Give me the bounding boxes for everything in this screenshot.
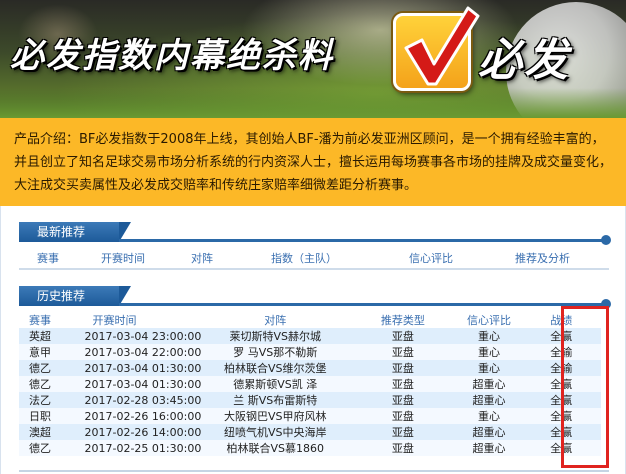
row-match: 柏林联合VS维尔茨堡: [201, 360, 350, 376]
history-header-row: 赛事 开赛时间 对阵 推荐类型 信心评比 战绩: [19, 312, 601, 328]
row-type: 亚盘: [349, 328, 457, 344]
col-index: 指数（主队）: [271, 252, 337, 265]
row-type: 亚盘: [349, 392, 457, 408]
tab-history[interactable]: 历史推荐: [19, 286, 131, 306]
row-type: 亚盘: [349, 344, 457, 360]
col-match: 对阵: [264, 314, 287, 327]
banner-title-bifa: 必发: [478, 35, 570, 86]
col-time: 开赛时间: [101, 252, 145, 265]
row-confidence: 重心: [456, 408, 522, 424]
check-mark-icon: [393, 6, 480, 91]
table-row[interactable]: 德乙 2017-03-04 01:30:00 德累斯顿VS凯 泽 亚盘 超重心 …: [19, 376, 601, 392]
row-time: 2017-03-04 01:30:00: [62, 360, 202, 376]
latest-column-headers: 赛事 开赛时间 对阵 指数（主队） 信心评比 推荐及分析: [19, 246, 609, 268]
header-divider: [119, 235, 611, 245]
table-row[interactable]: 德乙 2017-02-25 01:30:00 柏林联合VS慕1860 亚盘 超重…: [19, 440, 601, 456]
history-table: 赛事 开赛时间 对阵 推荐类型 信心评比 战绩 英超 2017-03-04 23…: [19, 312, 601, 456]
bottom-divider: [19, 470, 609, 472]
result-column-highlight: [561, 306, 609, 468]
row-league: 德乙: [19, 360, 63, 376]
table-row[interactable]: 德乙 2017-03-04 01:30:00 柏林联合VS维尔茨堡 亚盘 重心 …: [19, 360, 601, 376]
table-row[interactable]: 澳超 2017-02-26 14:00:00 纽喷气机VS中央海岸 亚盘 超重心…: [19, 424, 601, 440]
col-analysis: 推荐及分析: [515, 252, 570, 265]
row-time: 2017-03-04 01:30:00: [62, 376, 202, 392]
row-league: 德乙: [19, 376, 63, 392]
tab-latest[interactable]: 最新推荐: [19, 222, 131, 242]
row-type: 亚盘: [349, 360, 457, 376]
product-intro: 产品介绍：BF必发指数于2008年上线，其创始人BF-潘为前必发亚洲区顾问，是一…: [0, 118, 626, 206]
row-match: 大阪钢巴VS甲府风林: [201, 408, 350, 424]
row-time: 2017-02-28 03:45:00: [62, 392, 202, 408]
row-type: 亚盘: [349, 408, 457, 424]
row-confidence: 重心: [456, 328, 522, 344]
table-row[interactable]: 英超 2017-03-04 23:00:00 莱切斯特VS赫尔城 亚盘 重心 全…: [19, 328, 601, 344]
row-match: 柏林联合VS慕1860: [201, 440, 350, 456]
row-type: 亚盘: [349, 424, 457, 440]
col-confidence: 信心评比: [409, 252, 453, 265]
row-type: 亚盘: [349, 440, 457, 456]
col-type: 推荐类型: [380, 314, 425, 327]
col-league: 赛事: [37, 252, 59, 265]
row-confidence: 重心: [456, 344, 522, 360]
row-time: 2017-02-26 14:00:00: [62, 424, 202, 440]
row-confidence: 超重心: [456, 376, 522, 392]
row-match: 莱切斯特VS赫尔城: [201, 328, 350, 344]
col-confidence: 信心评比: [467, 314, 511, 327]
col-match: 对阵: [191, 252, 213, 265]
latest-section-header: 最新推荐: [19, 222, 611, 245]
table-row[interactable]: 法乙 2017-02-28 03:45:00 兰 斯VS布雷斯特 亚盘 超重心 …: [19, 392, 601, 408]
row-confidence: 超重心: [456, 440, 522, 456]
table-row[interactable]: 意甲 2017-03-04 22:00:00 罗 马VS那不勒斯 亚盘 重心 全…: [19, 344, 601, 360]
row-time: 2017-03-04 22:00:00: [62, 344, 202, 360]
row-league: 德乙: [19, 440, 63, 456]
latest-divider: [19, 268, 609, 270]
row-match: 兰 斯VS布雷斯特: [201, 392, 350, 408]
col-time: 开赛时间: [92, 314, 137, 327]
row-match: 罗 马VS那不勒斯: [201, 344, 350, 360]
banner-grass: [0, 88, 626, 118]
recommendation-panel: 最新推荐 赛事 开赛时间 对阵 指数（主队） 信心评比 推荐及分析 历史推荐 赛…: [0, 206, 626, 474]
col-league: 赛事: [29, 314, 51, 327]
row-league: 法乙: [19, 392, 63, 408]
history-section-header: 历史推荐: [19, 286, 611, 309]
row-time: 2017-02-25 01:30:00: [62, 440, 202, 456]
row-confidence: 重心: [456, 360, 522, 376]
row-time: 2017-02-26 16:00:00: [62, 408, 202, 424]
row-confidence: 超重心: [456, 392, 522, 408]
row-type: 亚盘: [349, 376, 457, 392]
row-time: 2017-03-04 23:00:00: [62, 328, 202, 344]
header-divider: [119, 299, 611, 309]
banner-title: 必发指数内幕绝杀料: [10, 36, 334, 76]
row-match: 德累斯顿VS凯 泽: [201, 376, 350, 392]
row-league: 英超: [19, 328, 63, 344]
row-league: 日职: [19, 408, 63, 424]
row-league: 澳超: [19, 424, 63, 440]
row-confidence: 超重心: [456, 424, 522, 440]
row-match: 纽喷气机VS中央海岸: [201, 424, 350, 440]
row-league: 意甲: [19, 344, 63, 360]
promo-banner: 必发指数内幕绝杀料 必发: [0, 0, 626, 118]
table-row[interactable]: 日职 2017-02-26 16:00:00 大阪钢巴VS甲府风林 亚盘 重心 …: [19, 408, 601, 424]
